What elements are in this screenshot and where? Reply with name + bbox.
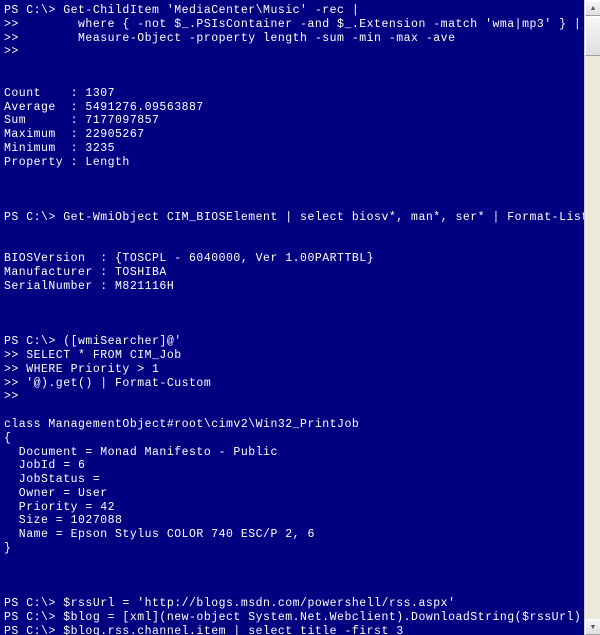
terminal-line: }	[4, 542, 584, 556]
terminal-line: PS C:\> $rssUrl = 'http://blogs.msdn.com…	[4, 597, 584, 611]
terminal-line	[4, 404, 584, 418]
terminal-line: Priority = 42	[4, 501, 584, 515]
terminal-line	[4, 570, 584, 584]
terminal-line: Manufacturer : TOSHIBA	[4, 266, 584, 280]
terminal-line: BIOSVersion : {TOSCPL - 6040000, Ver 1.0…	[4, 252, 584, 266]
terminal-line: Size = 1027088	[4, 514, 584, 528]
terminal-line: PS C:\> $blog = [xml](new-object System.…	[4, 611, 584, 625]
terminal-line: PS C:\> $blog.rss.channel.item | select …	[4, 625, 584, 635]
chevron-down-icon: ▼	[590, 623, 597, 631]
powershell-terminal[interactable]: PS C:\> Get-ChildItem 'MediaCenter\Music…	[0, 0, 584, 635]
terminal-line: >>	[4, 45, 584, 59]
terminal-line	[4, 59, 584, 73]
terminal-line: >> Measure-Object -property length -sum …	[4, 32, 584, 46]
terminal-line: >> '@).get() | Format-Custom	[4, 377, 584, 391]
terminal-line	[4, 321, 584, 335]
terminal-line: PS C:\> Get-ChildItem 'MediaCenter\Music…	[4, 4, 584, 18]
terminal-line	[4, 583, 584, 597]
terminal-line	[4, 225, 584, 239]
terminal-line	[4, 294, 584, 308]
terminal-line	[4, 183, 584, 197]
terminal-line: Property : Length	[4, 156, 584, 170]
chevron-up-icon: ▲	[590, 4, 597, 12]
terminal-line: JobId = 6	[4, 459, 584, 473]
terminal-line: JobStatus =	[4, 473, 584, 487]
terminal-line: Minimum : 3235	[4, 142, 584, 156]
terminal-line	[4, 308, 584, 322]
terminal-line: PS C:\> ([wmiSearcher]@'	[4, 335, 584, 349]
terminal-line	[4, 239, 584, 253]
terminal-line: Sum : 7177097857	[4, 114, 584, 128]
scrollbar-up-button[interactable]: ▲	[585, 0, 600, 16]
terminal-line	[4, 73, 584, 87]
scrollbar-thumb[interactable]	[585, 16, 600, 56]
terminal-line: SerialNumber : M821116H	[4, 280, 584, 294]
terminal-line: PS C:\> Get-WmiObject CIM_BIOSElement | …	[4, 211, 584, 225]
terminal-line: Average : 5491276.09563887	[4, 101, 584, 115]
terminal-line: class ManagementObject#root\cimv2\Win32_…	[4, 418, 584, 432]
scrollbar-down-button[interactable]: ▼	[585, 619, 600, 635]
terminal-line: >> where { -not $_.PSIsContainer -and $_…	[4, 18, 584, 32]
terminal-line: >>	[4, 390, 584, 404]
terminal-line: >> SELECT * FROM CIM_Job	[4, 349, 584, 363]
terminal-line: Count : 1307	[4, 87, 584, 101]
terminal-line	[4, 197, 584, 211]
terminal-line: Maximum : 22905267	[4, 128, 584, 142]
vertical-scrollbar[interactable]: ▲ ▼	[584, 0, 600, 635]
terminal-line: Owner = User	[4, 487, 584, 501]
terminal-line: Document = Monad Manifesto - Public	[4, 446, 584, 460]
terminal-line: Name = Epson Stylus COLOR 740 ESC/P 2, 6	[4, 528, 584, 542]
terminal-line	[4, 170, 584, 184]
terminal-line	[4, 556, 584, 570]
terminal-line: >> WHERE Priority > 1	[4, 363, 584, 377]
terminal-line: {	[4, 432, 584, 446]
